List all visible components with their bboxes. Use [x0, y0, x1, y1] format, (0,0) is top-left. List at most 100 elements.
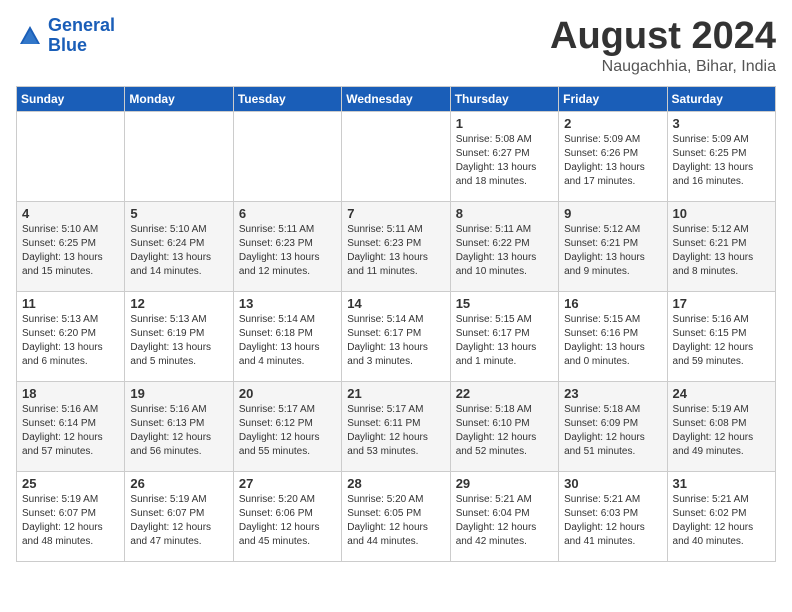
calendar-cell: [125, 111, 233, 201]
day-info: Sunrise: 5:12 AM Sunset: 6:21 PM Dayligh…: [564, 223, 661, 279]
day-number: 10: [673, 206, 770, 221]
day-info: Sunrise: 5:09 AM Sunset: 6:26 PM Dayligh…: [564, 133, 661, 189]
day-number: 6: [239, 206, 336, 221]
day-number: 22: [456, 386, 553, 401]
day-number: 17: [673, 296, 770, 311]
day-info: Sunrise: 5:18 AM Sunset: 6:10 PM Dayligh…: [456, 403, 553, 459]
day-info: Sunrise: 5:21 AM Sunset: 6:02 PM Dayligh…: [673, 493, 770, 549]
calendar-header-row: SundayMondayTuesdayWednesdayThursdayFrid…: [17, 86, 776, 111]
calendar-cell: 10 Sunrise: 5:12 AM Sunset: 6:21 PM Dayli…: [667, 201, 775, 291]
day-number: 7: [347, 206, 444, 221]
day-header-saturday: Saturday: [667, 86, 775, 111]
day-info: Sunrise: 5:09 AM Sunset: 6:25 PM Dayligh…: [673, 133, 770, 189]
calendar-cell: 29 Sunrise: 5:21 AM Sunset: 6:04 PM Dayli…: [450, 471, 558, 561]
calendar-cell: 9 Sunrise: 5:12 AM Sunset: 6:21 PM Daylig…: [559, 201, 667, 291]
calendar-cell: [342, 111, 450, 201]
day-number: 27: [239, 476, 336, 491]
day-number: 5: [130, 206, 227, 221]
calendar-week-row: 11 Sunrise: 5:13 AM Sunset: 6:20 PM Dayli…: [17, 291, 776, 381]
day-info: Sunrise: 5:11 AM Sunset: 6:23 PM Dayligh…: [347, 223, 444, 279]
day-number: 26: [130, 476, 227, 491]
day-info: Sunrise: 5:21 AM Sunset: 6:04 PM Dayligh…: [456, 493, 553, 549]
day-number: 12: [130, 296, 227, 311]
day-number: 11: [22, 296, 119, 311]
calendar-cell: 8 Sunrise: 5:11 AM Sunset: 6:22 PM Daylig…: [450, 201, 558, 291]
calendar-cell: 20 Sunrise: 5:17 AM Sunset: 6:12 PM Dayli…: [233, 381, 341, 471]
day-info: Sunrise: 5:10 AM Sunset: 6:24 PM Dayligh…: [130, 223, 227, 279]
day-number: 31: [673, 476, 770, 491]
calendar-table: SundayMondayTuesdayWednesdayThursdayFrid…: [16, 86, 776, 562]
calendar-cell: 31 Sunrise: 5:21 AM Sunset: 6:02 PM Dayli…: [667, 471, 775, 561]
day-info: Sunrise: 5:16 AM Sunset: 6:15 PM Dayligh…: [673, 313, 770, 369]
calendar-cell: 3 Sunrise: 5:09 AM Sunset: 6:25 PM Daylig…: [667, 111, 775, 201]
calendar-cell: 5 Sunrise: 5:10 AM Sunset: 6:24 PM Daylig…: [125, 201, 233, 291]
day-info: Sunrise: 5:14 AM Sunset: 6:17 PM Dayligh…: [347, 313, 444, 369]
day-number: 21: [347, 386, 444, 401]
calendar-cell: 7 Sunrise: 5:11 AM Sunset: 6:23 PM Daylig…: [342, 201, 450, 291]
day-info: Sunrise: 5:17 AM Sunset: 6:11 PM Dayligh…: [347, 403, 444, 459]
calendar-cell: 21 Sunrise: 5:17 AM Sunset: 6:11 PM Dayli…: [342, 381, 450, 471]
calendar-cell: 16Sunrise: 5:15 AM Sunset: 6:16 PM Dayli…: [559, 291, 667, 381]
day-info: Sunrise: 5:14 AM Sunset: 6:18 PM Dayligh…: [239, 313, 336, 369]
calendar-cell: 22 Sunrise: 5:18 AM Sunset: 6:10 PM Dayli…: [450, 381, 558, 471]
day-info: Sunrise: 5:19 AM Sunset: 6:08 PM Dayligh…: [673, 403, 770, 459]
day-info: Sunrise: 5:13 AM Sunset: 6:20 PM Dayligh…: [22, 313, 119, 369]
calendar-cell: 14 Sunrise: 5:14 AM Sunset: 6:17 PM Dayli…: [342, 291, 450, 381]
calendar-week-row: 25Sunrise: 5:19 AM Sunset: 6:07 PM Dayli…: [17, 471, 776, 561]
day-number: 8: [456, 206, 553, 221]
day-number: 9: [564, 206, 661, 221]
day-header-monday: Monday: [125, 86, 233, 111]
calendar-cell: 26 Sunrise: 5:19 AM Sunset: 6:07 PM Dayli…: [125, 471, 233, 561]
day-number: 30: [564, 476, 661, 491]
calendar-cell: [17, 111, 125, 201]
day-number: 20: [239, 386, 336, 401]
location: Naugachhia, Bihar, India: [550, 58, 776, 76]
day-info: Sunrise: 5:21 AM Sunset: 6:03 PM Dayligh…: [564, 493, 661, 549]
calendar-cell: 13Sunrise: 5:14 AM Sunset: 6:18 PM Dayli…: [233, 291, 341, 381]
day-number: 4: [22, 206, 119, 221]
day-info: Sunrise: 5:10 AM Sunset: 6:25 PM Dayligh…: [22, 223, 119, 279]
month-title: August 2024: [550, 16, 776, 58]
day-info: Sunrise: 5:16 AM Sunset: 6:14 PM Dayligh…: [22, 403, 119, 459]
calendar-week-row: 1Sunrise: 5:08 AM Sunset: 6:27 PM Daylig…: [17, 111, 776, 201]
title-area: August 2024 Naugachhia, Bihar, India: [550, 16, 776, 76]
day-info: Sunrise: 5:15 AM Sunset: 6:17 PM Dayligh…: [456, 313, 553, 369]
logo-text: General Blue: [48, 16, 115, 56]
day-info: Sunrise: 5:11 AM Sunset: 6:22 PM Dayligh…: [456, 223, 553, 279]
day-number: 14: [347, 296, 444, 311]
day-info: Sunrise: 5:08 AM Sunset: 6:27 PM Dayligh…: [456, 133, 553, 189]
calendar-cell: 17 Sunrise: 5:16 AM Sunset: 6:15 PM Dayli…: [667, 291, 775, 381]
calendar-cell: 4 Sunrise: 5:10 AM Sunset: 6:25 PM Daylig…: [17, 201, 125, 291]
calendar-cell: 23Sunrise: 5:18 AM Sunset: 6:09 PM Dayli…: [559, 381, 667, 471]
day-info: Sunrise: 5:15 AM Sunset: 6:16 PM Dayligh…: [564, 313, 661, 369]
day-info: Sunrise: 5:20 AM Sunset: 6:05 PM Dayligh…: [347, 493, 444, 549]
day-info: Sunrise: 5:13 AM Sunset: 6:19 PM Dayligh…: [130, 313, 227, 369]
calendar-cell: 12 Sunrise: 5:13 AM Sunset: 6:19 PM Dayli…: [125, 291, 233, 381]
calendar-cell: 19Sunrise: 5:16 AM Sunset: 6:13 PM Dayli…: [125, 381, 233, 471]
day-number: 23: [564, 386, 661, 401]
calendar-week-row: 18 Sunrise: 5:16 AM Sunset: 6:14 PM Dayli…: [17, 381, 776, 471]
calendar-cell: 25Sunrise: 5:19 AM Sunset: 6:07 PM Dayli…: [17, 471, 125, 561]
calendar-cell: 11 Sunrise: 5:13 AM Sunset: 6:20 PM Dayli…: [17, 291, 125, 381]
logo-line2: Blue: [48, 35, 87, 55]
day-number: 24: [673, 386, 770, 401]
calendar-cell: 2Sunrise: 5:09 AM Sunset: 6:26 PM Daylig…: [559, 111, 667, 201]
calendar-cell: 6 Sunrise: 5:11 AM Sunset: 6:23 PM Daylig…: [233, 201, 341, 291]
day-number: 3: [673, 116, 770, 131]
day-info: Sunrise: 5:19 AM Sunset: 6:07 PM Dayligh…: [22, 493, 119, 549]
calendar-cell: 28Sunrise: 5:20 AM Sunset: 6:05 PM Dayli…: [342, 471, 450, 561]
calendar-cell: 30 Sunrise: 5:21 AM Sunset: 6:03 PM Dayli…: [559, 471, 667, 561]
calendar-cell: 27Sunrise: 5:20 AM Sunset: 6:06 PM Dayli…: [233, 471, 341, 561]
logo: General Blue: [16, 16, 115, 56]
day-info: Sunrise: 5:19 AM Sunset: 6:07 PM Dayligh…: [130, 493, 227, 549]
day-info: Sunrise: 5:11 AM Sunset: 6:23 PM Dayligh…: [239, 223, 336, 279]
day-number: 29: [456, 476, 553, 491]
calendar-cell: 18 Sunrise: 5:16 AM Sunset: 6:14 PM Dayli…: [17, 381, 125, 471]
day-info: Sunrise: 5:12 AM Sunset: 6:21 PM Dayligh…: [673, 223, 770, 279]
day-info: Sunrise: 5:17 AM Sunset: 6:12 PM Dayligh…: [239, 403, 336, 459]
day-number: 15: [456, 296, 553, 311]
day-number: 18: [22, 386, 119, 401]
day-header-wednesday: Wednesday: [342, 86, 450, 111]
calendar-cell: 24 Sunrise: 5:19 AM Sunset: 6:08 PM Dayli…: [667, 381, 775, 471]
logo-line1: General: [48, 15, 115, 35]
